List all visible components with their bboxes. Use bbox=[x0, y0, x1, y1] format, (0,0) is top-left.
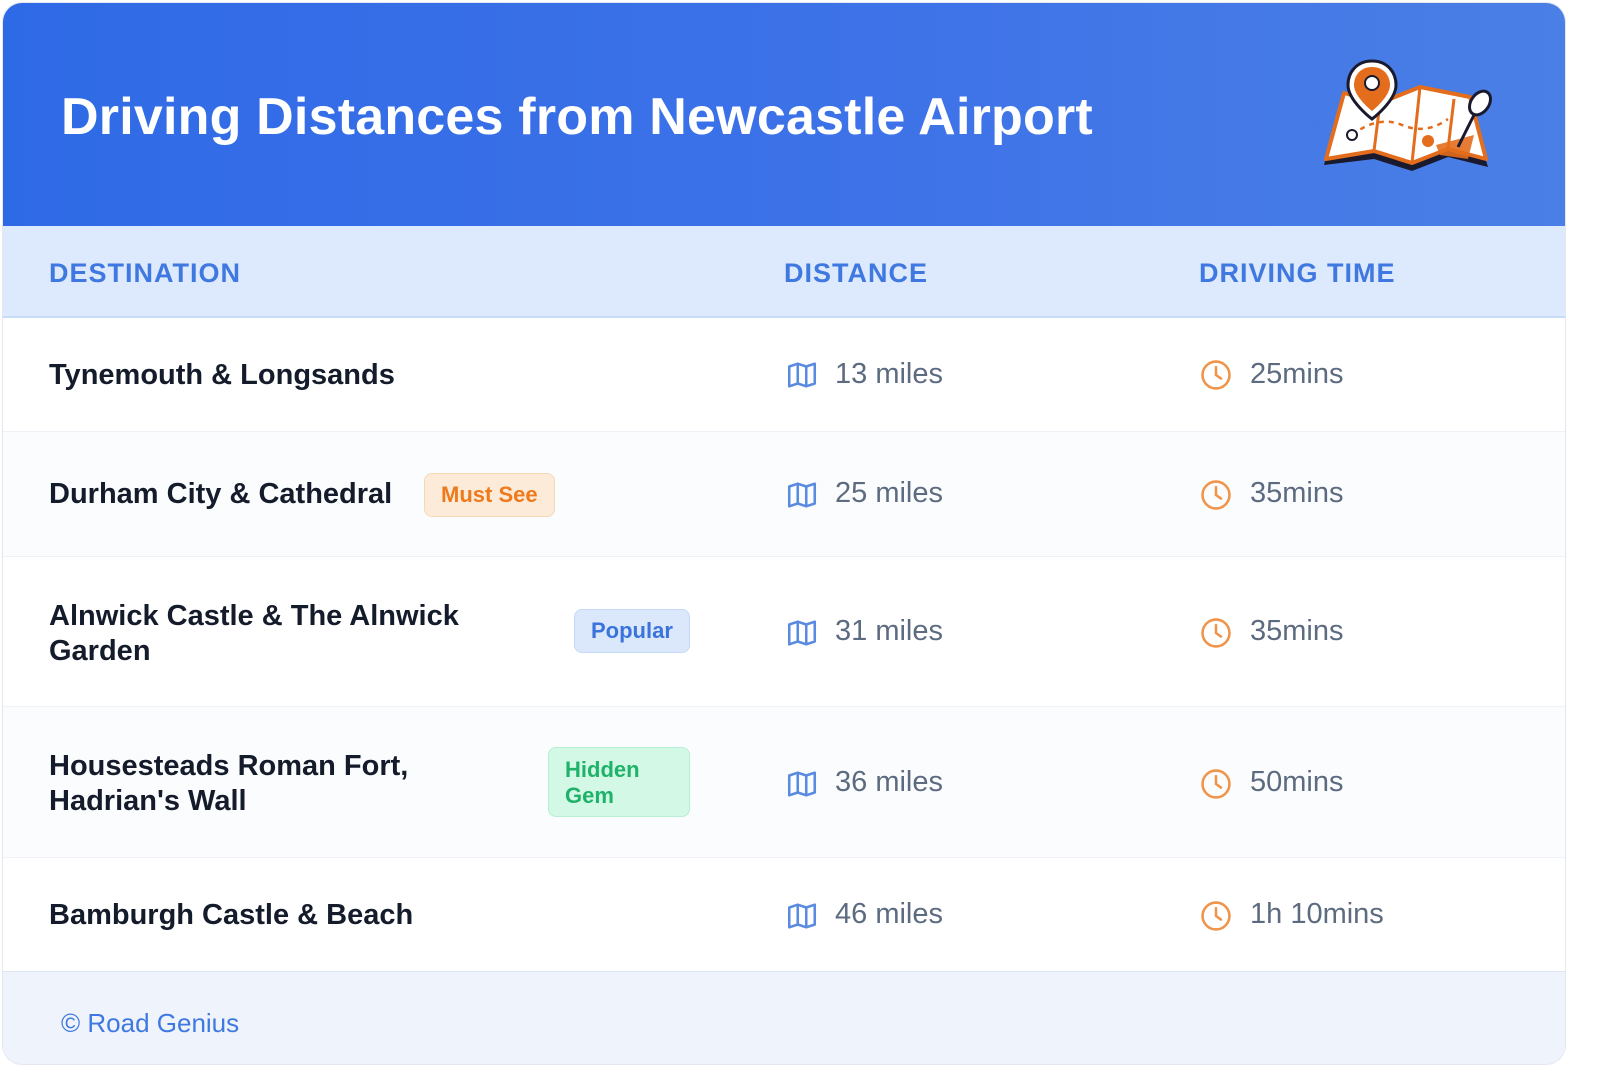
clock-icon bbox=[1201, 360, 1231, 390]
table-row: Alnwick Castle & The Alnwick Garden Popu… bbox=[3, 557, 1565, 707]
distance-value: 36 miles bbox=[835, 766, 943, 798]
driving-time-value: 35mins bbox=[1250, 477, 1344, 509]
destination-name: Alnwick Castle & The Alnwick Garden bbox=[49, 600, 459, 667]
column-header-driving-time: DRIVING TIME bbox=[1199, 258, 1396, 288]
driving-time-value: 35mins bbox=[1250, 615, 1344, 647]
destination-name: Housesteads Roman Fort, Hadrian's Wall bbox=[49, 750, 409, 817]
driving-time-value: 50mins bbox=[1250, 766, 1344, 798]
destination-name: Durham City & Cathedral bbox=[49, 478, 393, 510]
copyright-credit: © Road Genius bbox=[61, 1008, 240, 1038]
page-title: Driving Distances from Newcastle Airport bbox=[61, 88, 1093, 146]
map-icon bbox=[787, 482, 817, 508]
distance-value: 31 miles bbox=[835, 615, 943, 647]
must-see-badge: Must See bbox=[424, 473, 555, 517]
table-row: Bamburgh Castle & Beach 46 miles 1h 10mi… bbox=[3, 858, 1565, 971]
distance-card: Driving Distances from Newcastle Airport… bbox=[2, 2, 1566, 1065]
map-icon bbox=[787, 620, 817, 646]
clock-icon bbox=[1201, 618, 1231, 648]
table-row: Housesteads Roman Fort, Hadrian's Wall H… bbox=[3, 707, 1565, 858]
driving-time-value: 1h 10mins bbox=[1250, 898, 1384, 930]
destination-name: Tynemouth & Longsands bbox=[49, 359, 395, 391]
clock-icon bbox=[1201, 769, 1231, 799]
map-icon bbox=[787, 771, 817, 797]
table-row: Durham City & Cathedral Must See 25 mile… bbox=[3, 432, 1565, 557]
distance-value: 13 miles bbox=[835, 358, 943, 390]
footer: © Road Genius bbox=[3, 971, 1565, 1064]
map-pin-illustration-icon bbox=[1324, 59, 1492, 171]
distance-value: 46 miles bbox=[835, 898, 943, 930]
map-icon bbox=[787, 362, 817, 388]
header-banner: Driving Distances from Newcastle Airport bbox=[3, 3, 1565, 226]
distance-value: 25 miles bbox=[835, 477, 943, 509]
clock-icon bbox=[1201, 901, 1231, 931]
popular-badge: Popular bbox=[574, 609, 690, 653]
table-header: DESTINATION DISTANCE DRIVING TIME bbox=[3, 226, 1565, 318]
column-header-distance: DISTANCE bbox=[784, 258, 929, 288]
driving-time-value: 25mins bbox=[1250, 358, 1344, 390]
clock-icon bbox=[1201, 480, 1231, 510]
column-header-destination: DESTINATION bbox=[49, 258, 241, 288]
map-icon bbox=[787, 903, 817, 929]
destination-name: Bamburgh Castle & Beach bbox=[49, 899, 414, 931]
hidden-gem-badge: Hidden Gem bbox=[548, 747, 690, 817]
table-row: Tynemouth & Longsands 13 miles 25mins bbox=[3, 318, 1565, 432]
